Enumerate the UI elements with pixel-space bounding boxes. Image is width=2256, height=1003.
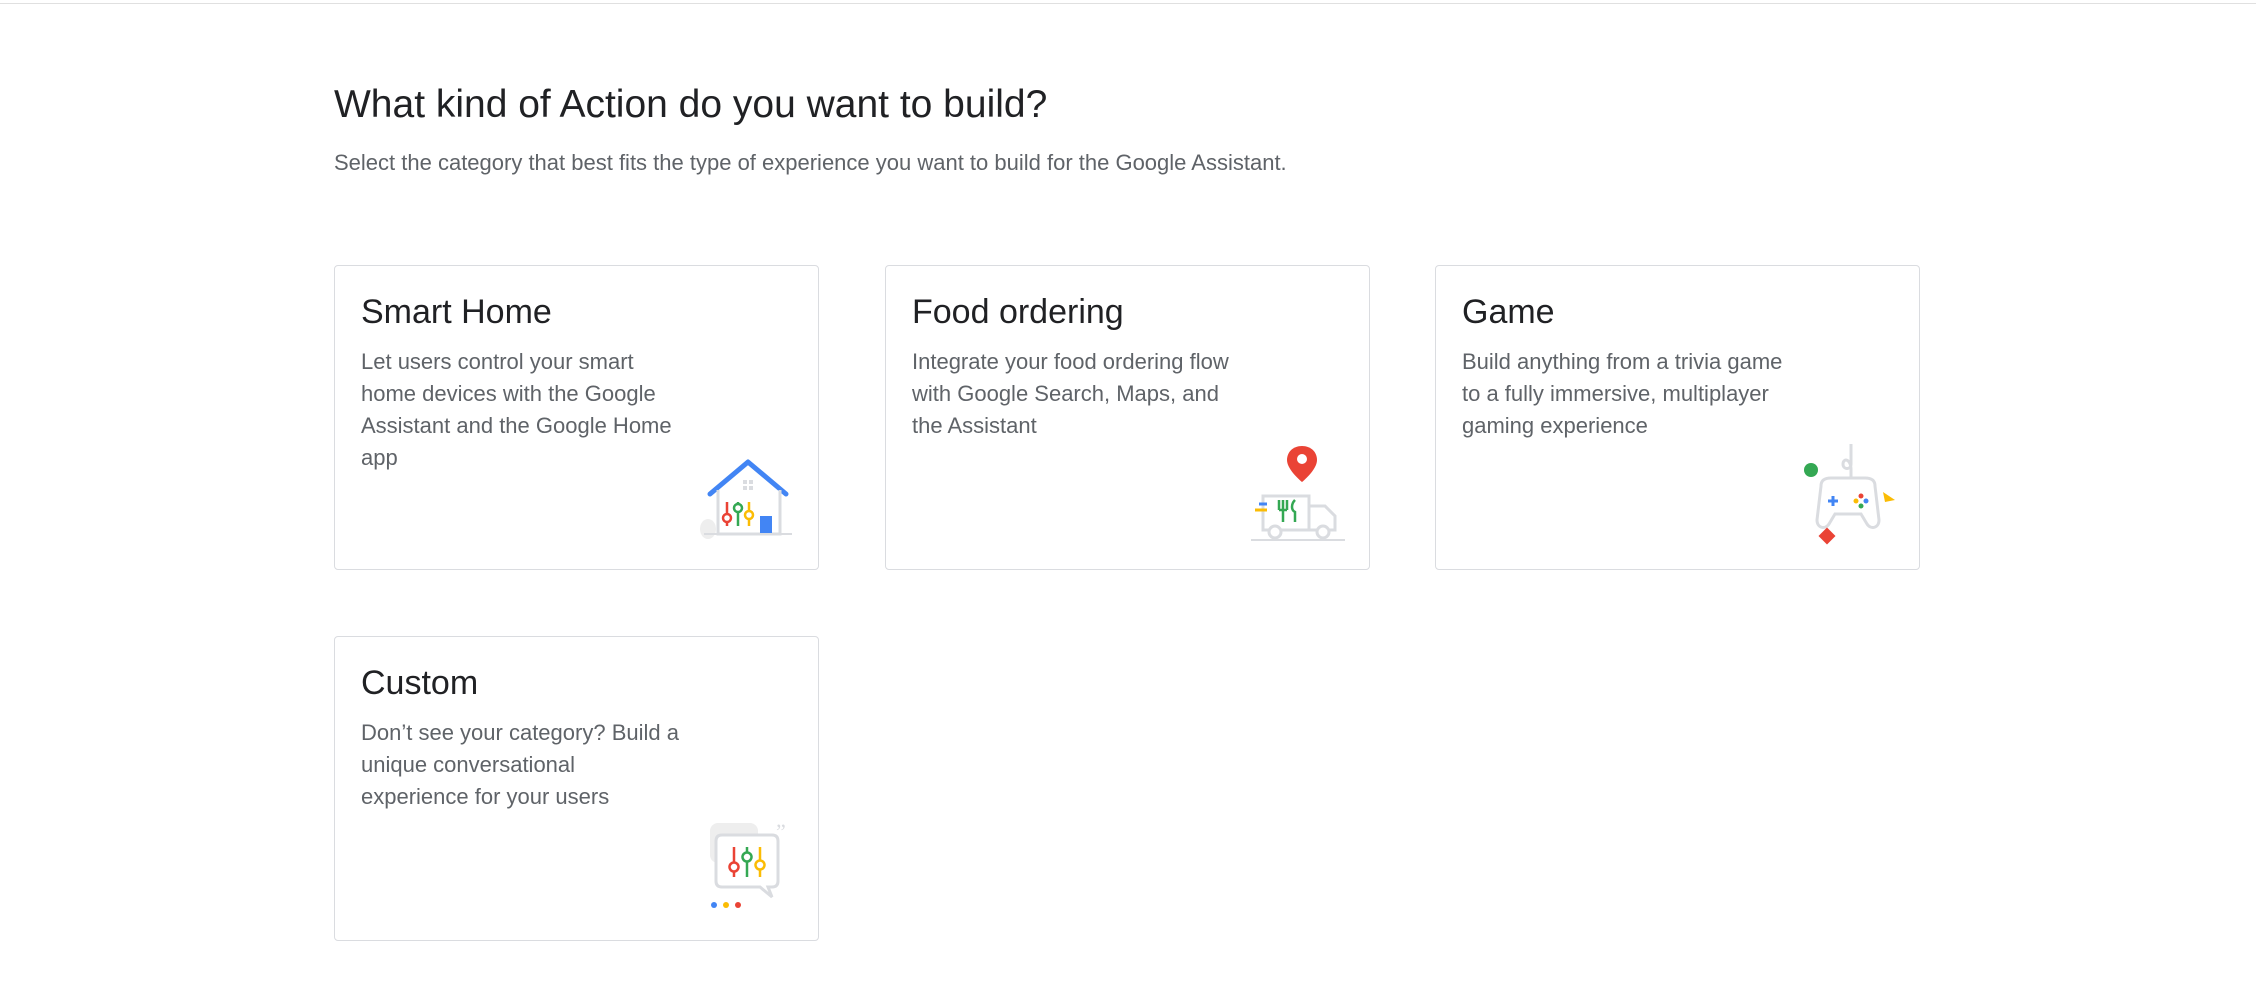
top-divider	[0, 0, 2256, 4]
card-title: Custom	[361, 664, 479, 702]
card-smart-home[interactable]: Smart Home Let users control your smart …	[334, 265, 819, 570]
food-truck-icon	[1251, 446, 1345, 541]
smart-home-icon	[700, 459, 792, 539]
game-controller-icon	[1804, 444, 1895, 545]
card-title: Game	[1462, 293, 1555, 331]
card-title: Food ordering	[912, 293, 1124, 331]
page-title: What kind of Action do you want to build…	[334, 83, 1048, 126]
main-content: What kind of Action do you want to build…	[334, 80, 1934, 941]
card-description: Build anything from a trivia game to a f…	[1462, 349, 1783, 438]
card-custom[interactable]: Custom Don’t see your category? Build a …	[334, 636, 819, 941]
card-description: Let users control your smart home device…	[361, 349, 672, 470]
chat-sliders-icon: ”	[710, 819, 786, 908]
card-food-ordering[interactable]: Food ordering Integrate your food orderi…	[885, 265, 1370, 570]
card-game[interactable]: Game Build anything from a trivia game t…	[1435, 265, 1920, 570]
card-title: Smart Home	[361, 293, 552, 331]
page-subtitle: Select the category that best fits the t…	[334, 150, 1287, 175]
card-description: Don’t see your category? Build a unique …	[361, 720, 679, 809]
card-description: Integrate your food ordering flow with G…	[912, 349, 1229, 438]
